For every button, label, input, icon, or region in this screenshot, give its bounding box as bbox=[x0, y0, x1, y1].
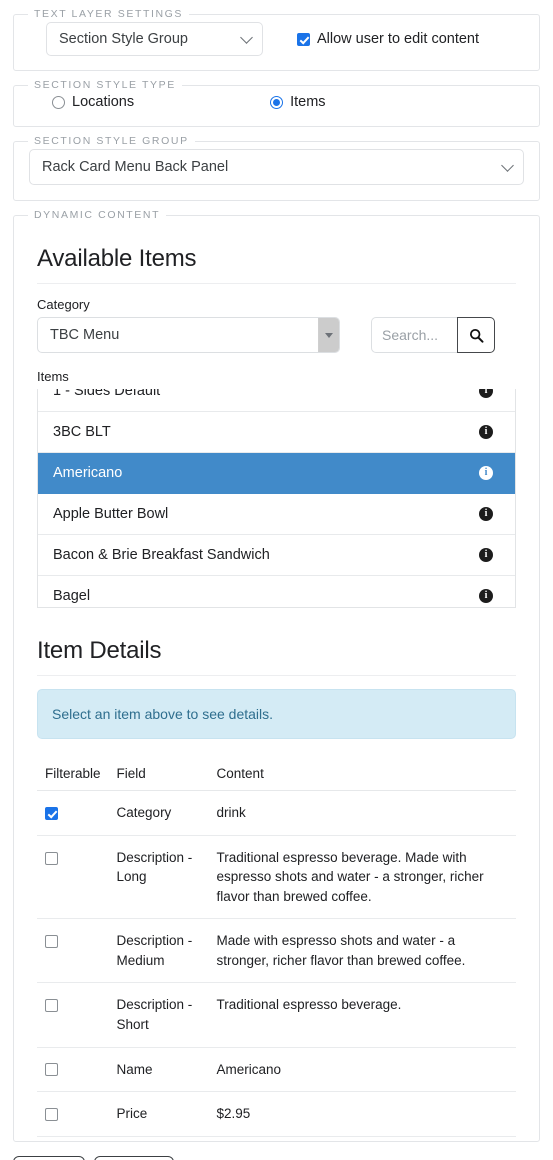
table-row: Description - Medium Made with espresso … bbox=[37, 918, 516, 984]
section-style-group-fieldset: Section Style Group Rack Card Menu Back … bbox=[13, 135, 540, 201]
section-style-group-select-wrapper[interactable]: Rack Card Menu Back Panel bbox=[29, 149, 524, 185]
text-layer-select-wrapper[interactable]: Section Style Group bbox=[46, 22, 263, 56]
cell-field: Name bbox=[108, 1047, 209, 1093]
radio-items-label[interactable]: Items bbox=[270, 94, 326, 110]
cell-filterable bbox=[37, 835, 109, 920]
section-style-group-select[interactable]: Rack Card Menu Back Panel bbox=[29, 149, 524, 185]
available-items-title: Available Items bbox=[37, 245, 516, 284]
list-item-label: Bacon & Brie Breakfast Sandwich bbox=[53, 547, 270, 563]
list-item-label: 3BC BLT bbox=[53, 424, 111, 440]
items-list[interactable]: 1 - Sides Default i 3BC BLT i Americano … bbox=[37, 389, 516, 608]
cell-content: Traditional espresso beverage. bbox=[208, 982, 516, 1048]
item-details-title: Item Details bbox=[37, 637, 516, 676]
list-item-selected[interactable]: Americano i bbox=[38, 453, 515, 494]
item-details-table: Filterable Field Content Category drink bbox=[37, 766, 516, 1137]
list-item-label: 1 - Sides Default bbox=[53, 389, 161, 399]
category-search-row: TBC Menu bbox=[37, 317, 516, 353]
list-item-label: Americano bbox=[53, 465, 123, 481]
list-item[interactable]: Bagel i bbox=[38, 576, 515, 607]
info-icon[interactable]: i bbox=[479, 466, 493, 480]
footer-actions: Apply Cancel bbox=[0, 1142, 553, 1160]
cell-field: Description - Long bbox=[108, 835, 209, 920]
apply-button[interactable]: Apply bbox=[13, 1155, 85, 1160]
column-header-field: Field bbox=[108, 766, 209, 791]
radio-locations[interactable] bbox=[52, 95, 65, 109]
section-style-group-legend: Section Style Group bbox=[34, 135, 189, 147]
cell-filterable bbox=[37, 1091, 109, 1137]
radio-locations-label[interactable]: Locations bbox=[52, 94, 134, 110]
text-layer-select[interactable]: Section Style Group bbox=[46, 22, 263, 56]
items-label: Items bbox=[37, 369, 69, 384]
list-item-label: Bagel bbox=[53, 588, 91, 604]
filterable-checkbox[interactable] bbox=[45, 935, 58, 949]
list-item[interactable]: Apple Butter Bowl i bbox=[38, 494, 515, 535]
filterable-checkbox[interactable] bbox=[45, 851, 58, 865]
cell-field: Category bbox=[108, 790, 209, 836]
table-header-row: Filterable Field Content bbox=[37, 766, 516, 791]
info-icon[interactable]: i bbox=[479, 425, 493, 439]
cancel-button[interactable]: Cancel bbox=[93, 1155, 175, 1160]
table-row: Price $2.95 bbox=[37, 1091, 516, 1137]
search-group bbox=[371, 317, 495, 353]
list-item[interactable]: 3BC BLT i bbox=[38, 412, 515, 453]
cell-field: Description - Short bbox=[108, 982, 209, 1048]
list-item[interactable]: Bacon & Brie Breakfast Sandwich i bbox=[38, 535, 515, 576]
section-style-type-legend: Section Style Type bbox=[34, 79, 176, 91]
table-row: Description - Long Traditional espresso … bbox=[37, 835, 516, 920]
cell-filterable bbox=[37, 982, 109, 1048]
text-layer-settings-legend: Text Layer Settings bbox=[34, 8, 184, 20]
filterable-checkbox[interactable] bbox=[45, 1108, 58, 1121]
allow-edit-content-text: Allow user to edit content bbox=[317, 31, 480, 47]
filterable-checkbox[interactable] bbox=[45, 806, 58, 820]
item-details-notice: Select an item above to see details. bbox=[37, 689, 516, 739]
category-dropdown-button[interactable] bbox=[318, 318, 339, 352]
category-label: Category bbox=[37, 297, 90, 312]
radio-items[interactable] bbox=[270, 95, 284, 109]
list-item[interactable]: 1 - Sides Default i bbox=[38, 389, 515, 412]
dynamic-content-fieldset: Dynamic Content Available Items Category… bbox=[13, 209, 540, 1142]
section-style-type-fieldset: Section Style Type Locations Items bbox=[13, 79, 540, 127]
category-select-value: TBC Menu bbox=[50, 327, 120, 343]
column-header-content: Content bbox=[208, 766, 516, 791]
section-style-editor-panel: Text Layer Settings Section Style Group … bbox=[0, 8, 553, 1160]
filterable-checkbox[interactable] bbox=[45, 1063, 58, 1077]
list-item-label: Apple Butter Bowl bbox=[53, 506, 169, 522]
caret-down-icon bbox=[325, 332, 333, 338]
info-icon[interactable]: i bbox=[479, 389, 493, 398]
cell-field: Price bbox=[108, 1091, 209, 1137]
items-list-scroll[interactable]: 1 - Sides Default i 3BC BLT i Americano … bbox=[38, 389, 515, 607]
cell-filterable bbox=[37, 918, 109, 984]
cell-content: Traditional espresso beverage. Made with… bbox=[208, 835, 516, 920]
table-row: Category drink bbox=[37, 790, 516, 836]
table-row: Description - Short Traditional espresso… bbox=[37, 982, 516, 1048]
info-icon[interactable]: i bbox=[479, 548, 493, 562]
search-input[interactable] bbox=[371, 317, 457, 353]
search-button[interactable] bbox=[457, 317, 495, 353]
table-row: Name Americano bbox=[37, 1047, 516, 1093]
info-icon[interactable]: i bbox=[479, 589, 493, 603]
column-header-filterable: Filterable bbox=[37, 766, 109, 791]
info-icon[interactable]: i bbox=[479, 507, 493, 521]
cell-content: Made with espresso shots and water - a s… bbox=[208, 918, 516, 984]
dynamic-content-legend: Dynamic Content bbox=[34, 209, 161, 221]
allow-edit-content-label[interactable]: Allow user to edit content bbox=[297, 31, 479, 47]
cell-filterable bbox=[37, 1047, 109, 1093]
filterable-checkbox[interactable] bbox=[45, 999, 58, 1013]
radio-locations-text: Locations bbox=[72, 94, 135, 110]
radio-items-text: Items bbox=[290, 94, 326, 110]
search-icon bbox=[469, 328, 483, 343]
allow-edit-content-checkbox[interactable] bbox=[297, 32, 310, 46]
cell-filterable bbox=[37, 790, 109, 836]
cell-content: $2.95 bbox=[208, 1091, 516, 1137]
category-select[interactable]: TBC Menu bbox=[37, 317, 340, 353]
text-layer-settings-fieldset: Text Layer Settings Section Style Group … bbox=[13, 8, 540, 71]
cell-content: drink bbox=[208, 790, 516, 836]
cell-field: Description - Medium bbox=[108, 918, 209, 984]
cell-content: Americano bbox=[208, 1047, 516, 1093]
